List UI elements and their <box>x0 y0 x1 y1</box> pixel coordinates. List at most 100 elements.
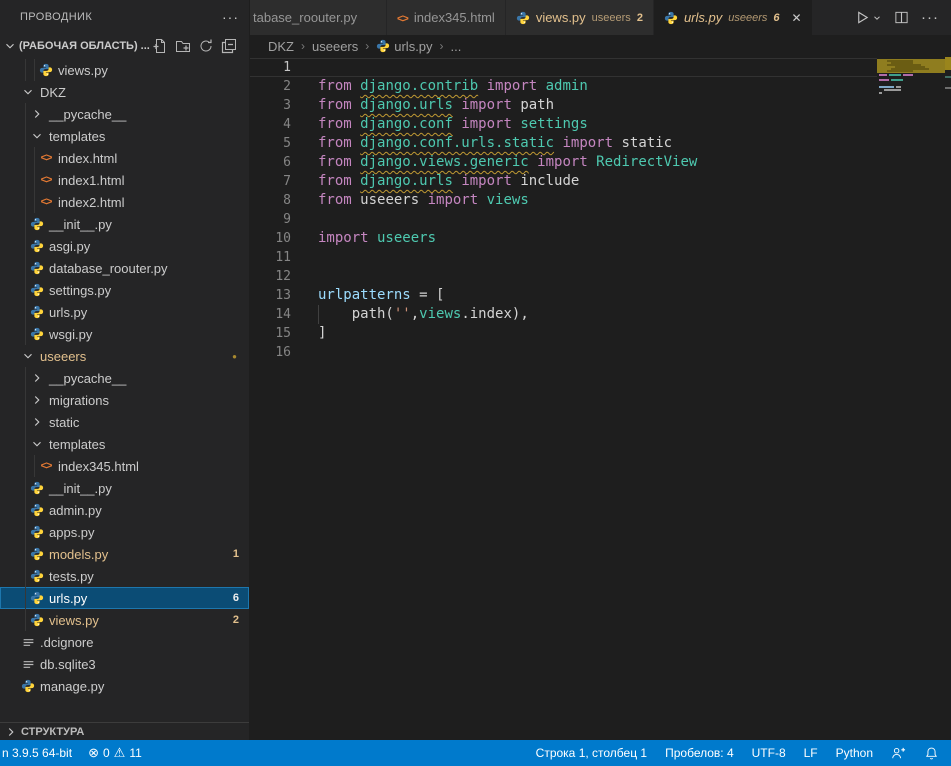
code-token: django.urls <box>360 173 453 189</box>
code-token: admin <box>537 78 588 94</box>
tree-file-__init__.py[interactable]: __init__.py <box>0 213 249 235</box>
tree-folder-templates[interactable]: templates <box>0 433 249 455</box>
tree-file-settings.py[interactable]: settings.py <box>0 279 249 301</box>
tree-file-models.py[interactable]: models.py1 <box>0 543 249 565</box>
code-line-12[interactable]: 12 <box>250 267 951 286</box>
code-text: from django.contrib import admin <box>318 77 588 96</box>
tree-item-label: index345.html <box>58 459 139 474</box>
tree-file-index.html[interactable]: <>index.html <box>0 147 249 169</box>
tree-folder-__pycache__[interactable]: __pycache__ <box>0 367 249 389</box>
language-status[interactable]: Python <box>836 746 873 760</box>
workspace-section-header[interactable]: (РАБОЧАЯ ОБЛАСТЬ) ... <box>0 34 249 57</box>
run-icon[interactable] <box>855 10 882 25</box>
code-line-2[interactable]: 2from django.contrib import admin <box>250 77 951 96</box>
line-number: 14 <box>250 305 310 324</box>
tree-folder-DKZ[interactable]: DKZ <box>0 81 249 103</box>
cursor-position-status[interactable]: Строка 1, столбец 1 <box>536 746 647 760</box>
more-actions-icon[interactable]: ··· <box>921 9 939 26</box>
tree-file-db.sqlite3[interactable]: db.sqlite3 <box>0 653 249 675</box>
breadcrumb-item-DKZ[interactable]: DKZ <box>268 39 294 54</box>
tree-file-index1.html[interactable]: <>index1.html <box>0 169 249 191</box>
tree-file-database_roouter.py[interactable]: database_roouter.py <box>0 257 249 279</box>
tree-folder-__pycache__[interactable]: __pycache__ <box>0 103 249 125</box>
tab-label: tabase_roouter.py <box>253 10 357 25</box>
tree-file-index2.html[interactable]: <>index2.html <box>0 191 249 213</box>
breadcrumb-item-urls.py[interactable]: urls.py <box>376 39 432 54</box>
code-token: useeers <box>360 192 427 208</box>
outline-label: СТРУКТУРА <box>21 726 84 738</box>
refresh-icon[interactable] <box>198 38 214 54</box>
breadcrumb-item-...[interactable]: ... <box>451 39 462 54</box>
explorer-more-actions-icon[interactable]: ··· <box>222 9 239 25</box>
code-line-8[interactable]: 8from useeers import views <box>250 191 951 210</box>
modified-dot-badge: ● <box>232 352 237 361</box>
new-folder-icon[interactable] <box>175 38 191 54</box>
tab-views.py[interactable]: views.pyuseeers2 <box>506 0 654 35</box>
tab-urls.py[interactable]: urls.pyuseeers6✕ <box>654 0 813 35</box>
close-icon[interactable]: ✕ <box>792 11 802 25</box>
code-line-3[interactable]: 3from django.urls import path <box>250 96 951 115</box>
code-token: import <box>487 78 538 94</box>
bell-icon[interactable] <box>924 746 939 761</box>
indentation-status[interactable]: Пробелов: 4 <box>665 746 734 760</box>
tree-file-__init__.py[interactable]: __init__.py <box>0 477 249 499</box>
tree-folder-static[interactable]: static <box>0 411 249 433</box>
code-token: from <box>318 154 360 170</box>
code-line-1[interactable]: 1 <box>250 58 951 77</box>
tree-indent-guide <box>25 103 26 125</box>
python-icon <box>20 678 36 694</box>
code-line-4[interactable]: 4from django.conf import settings <box>250 115 951 134</box>
code-line-11[interactable]: 11 <box>250 248 951 267</box>
python-icon <box>29 502 45 518</box>
code-text: path('',views.index), <box>318 305 529 324</box>
tree-file-.dcignore[interactable]: .dcignore <box>0 631 249 653</box>
code-line-5[interactable]: 5from django.conf.urls.static import sta… <box>250 134 951 153</box>
code-editor[interactable]: 12from django.contrib import admin3from … <box>250 57 951 740</box>
tab-tabase_roouter.py[interactable]: tabase_roouter.py <box>250 0 387 35</box>
tree-item-label: __init__.py <box>49 481 112 496</box>
tree-file-tests.py[interactable]: tests.py <box>0 565 249 587</box>
tree-file-admin.py[interactable]: admin.py <box>0 499 249 521</box>
collapse-all-icon[interactable] <box>221 38 237 54</box>
tree-file-views.py[interactable]: views.py2 <box>0 609 249 631</box>
code-line-7[interactable]: 7from django.urls import include <box>250 172 951 191</box>
tab-index345.html[interactable]: <>index345.html <box>387 0 506 35</box>
feedback-icon[interactable] <box>891 746 906 761</box>
tree-file-views.py[interactable]: views.py <box>0 59 249 81</box>
code-line-14[interactable]: 14 path('',views.index), <box>250 305 951 324</box>
split-editor-icon[interactable] <box>894 10 909 25</box>
tree-folder-templates[interactable]: templates <box>0 125 249 147</box>
python-icon <box>29 590 45 606</box>
code-line-6[interactable]: 6from django.views.generic import Redire… <box>250 153 951 172</box>
chevron-down-icon <box>3 39 17 53</box>
tree-item-label: database_roouter.py <box>49 261 168 276</box>
tree-indent-guide <box>25 213 26 235</box>
eol-status[interactable]: LF <box>804 746 818 760</box>
tree-file-manage.py[interactable]: manage.py <box>0 675 249 697</box>
code-line-16[interactable]: 16 <box>250 343 951 362</box>
new-file-icon[interactable] <box>152 38 168 54</box>
tree-folder-useeers[interactable]: useeers● <box>0 345 249 367</box>
problems-status[interactable]: ⊗ 0 ⚠ 11 <box>88 745 142 761</box>
tree-folder-migrations[interactable]: migrations <box>0 389 249 411</box>
code-line-15[interactable]: 15] <box>250 324 951 343</box>
tree-file-index345.html[interactable]: <>index345.html <box>0 455 249 477</box>
code-line-10[interactable]: 10import useeers <box>250 229 951 248</box>
encoding-status[interactable]: UTF-8 <box>752 746 786 760</box>
code-text: from django.urls import include <box>318 172 579 191</box>
breadcrumb-item-useeers[interactable]: useeers <box>312 39 358 54</box>
tree-indent-guide <box>34 59 35 81</box>
tree-indent-guide <box>25 499 26 521</box>
tree-file-wsgi.py[interactable]: wsgi.py <box>0 323 249 345</box>
tree-file-urls.py[interactable]: urls.py <box>0 301 249 323</box>
tree-file-apps.py[interactable]: apps.py <box>0 521 249 543</box>
python-version-status[interactable]: n 3.9.5 64-bit <box>2 746 72 760</box>
outline-section-header[interactable]: СТРУКТУРА <box>0 722 249 740</box>
tree-file-asgi.py[interactable]: asgi.py <box>0 235 249 257</box>
tree-file-urls.py[interactable]: urls.py6 <box>0 587 249 609</box>
breadcrumb: DKZ›useeers› urls.py›... <box>250 35 951 57</box>
tree-indent-guide <box>34 191 35 213</box>
code-line-13[interactable]: 13urlpatterns = [ <box>250 286 951 305</box>
code-line-9[interactable]: 9 <box>250 210 951 229</box>
tree-indent-guide <box>25 543 26 565</box>
